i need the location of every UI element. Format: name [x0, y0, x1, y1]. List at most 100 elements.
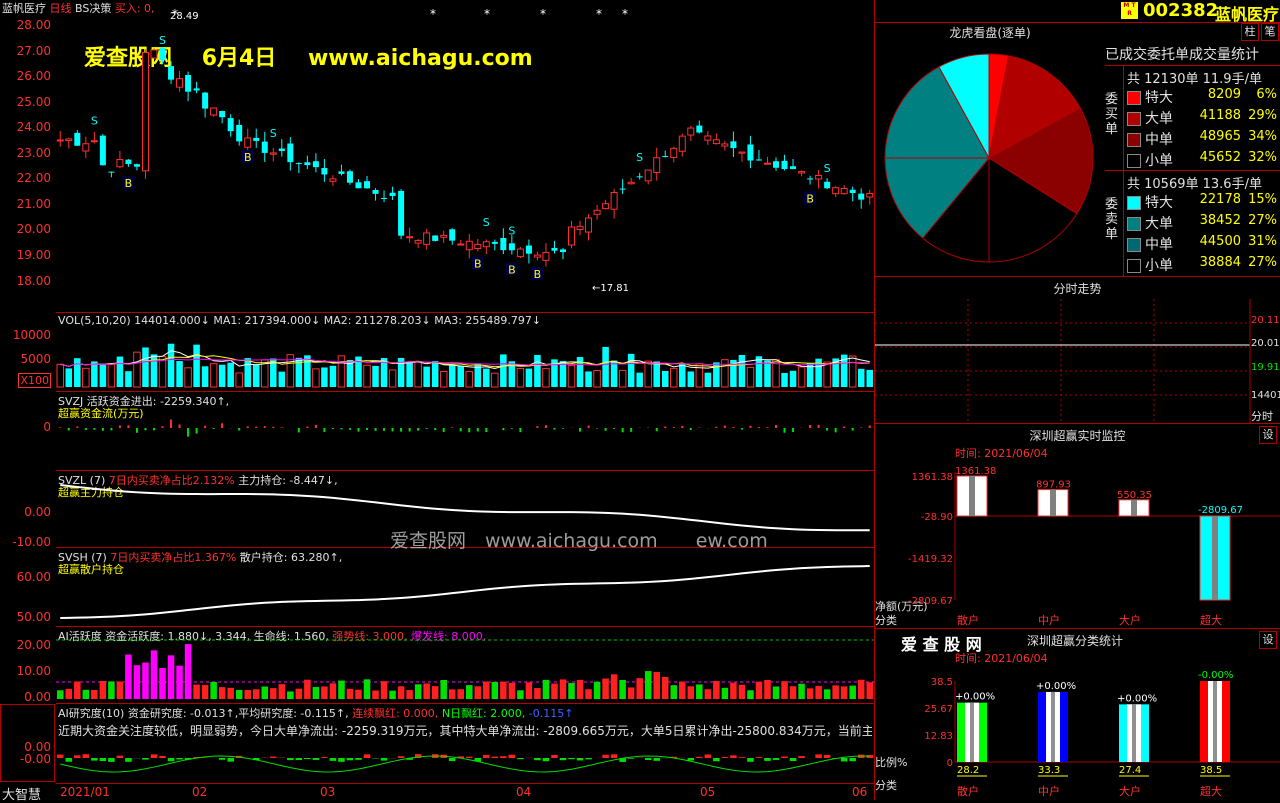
activity-bar	[645, 671, 652, 699]
flow-bar	[502, 428, 504, 430]
buy-signal: B	[534, 268, 542, 281]
mtr-badge[interactable]: M T R	[1121, 2, 1138, 19]
vol-bar	[432, 361, 439, 387]
candle-body	[142, 52, 148, 170]
activity-bar	[619, 680, 626, 699]
candle-body	[645, 170, 651, 181]
price-tick: 22.00	[17, 171, 51, 185]
vol-bar	[91, 361, 98, 387]
row-name: 中单	[1145, 234, 1173, 254]
research-bar	[74, 755, 81, 758]
activity-bar	[739, 685, 746, 699]
vol-bar	[662, 371, 669, 387]
activity-bar	[858, 680, 865, 699]
rt-bar-label: 897.93	[1036, 480, 1071, 491]
order-pie-chart	[883, 52, 1099, 268]
research-bar	[287, 758, 294, 760]
candle-body	[713, 140, 719, 144]
candlestick-chart[interactable]: SSSSSSSBBBBBB******	[56, 0, 874, 312]
activity-bar	[534, 688, 541, 699]
vol-bar	[108, 364, 115, 387]
flow-bar	[187, 428, 189, 437]
candle-body	[407, 237, 413, 238]
vol-bar	[653, 361, 660, 387]
row-pct: 6%	[1243, 87, 1277, 102]
candle-body	[534, 255, 540, 257]
vol-bar	[739, 355, 746, 387]
activity-bar	[210, 682, 217, 699]
flow-bar	[136, 428, 138, 433]
flow-bar	[315, 425, 317, 428]
research-bar	[849, 758, 856, 761]
candle-body	[603, 204, 609, 209]
research-bar	[142, 758, 149, 760]
flow-bar	[426, 428, 428, 429]
flow-bar	[110, 428, 112, 430]
candle-body	[253, 138, 259, 141]
flow-bar	[511, 428, 513, 429]
realtime-bar-chart: 1361.38-28.90-1419.32-2809.67净额(万元)分类136…	[875, 424, 1280, 628]
flow-bar	[869, 425, 871, 428]
research-chart	[56, 704, 874, 782]
flow-bar	[383, 428, 385, 431]
activity-bar	[722, 688, 729, 699]
candle-body	[577, 226, 583, 229]
flow-bar	[775, 425, 777, 428]
activity-bar	[185, 644, 192, 699]
sell-side-label: 委卖单	[1105, 197, 1121, 242]
vol-bar	[543, 369, 550, 387]
vol-bar	[764, 360, 771, 387]
vol-bar	[798, 367, 805, 387]
candle-body	[509, 243, 515, 250]
candle-body	[355, 182, 361, 188]
flow-bar	[613, 428, 615, 429]
activity-bar	[406, 690, 413, 699]
activity-bar	[662, 677, 669, 699]
candle-body	[373, 190, 379, 194]
candle-body	[543, 252, 549, 260]
candle-body	[245, 138, 251, 147]
candle-body	[500, 238, 506, 250]
activity-bar	[270, 688, 277, 699]
cl-category: 大户	[1119, 784, 1141, 798]
row-pct: 34%	[1243, 129, 1277, 144]
sell-signal: S	[159, 34, 166, 47]
research-bar	[449, 758, 456, 761]
candle-body	[287, 144, 293, 163]
order-row: 中单4450031%	[1127, 234, 1277, 254]
sell-signal: S	[483, 216, 490, 229]
research-bar	[509, 755, 516, 758]
price-tick: 27.00	[17, 44, 51, 58]
activity-bar	[764, 680, 771, 699]
intraday-panel[interactable]: 分时走势 20.11 20.01 19.91 14401 分时	[875, 277, 1280, 424]
sell-signal: S	[508, 224, 515, 237]
research-bar	[781, 756, 788, 758]
research-bar	[466, 757, 473, 758]
candle-body	[662, 156, 668, 157]
activity-bar	[159, 668, 166, 699]
candle-body	[458, 244, 464, 245]
flow-bar	[460, 428, 462, 431]
candle-body	[824, 182, 830, 188]
vol-unit-button[interactable]: X100	[18, 373, 51, 388]
intraday-tick: 14401	[1251, 390, 1280, 401]
row-vol: 22178	[1187, 192, 1241, 207]
flow-bar	[519, 428, 521, 432]
activity-bar	[321, 686, 328, 699]
activity-bar	[756, 682, 763, 699]
candle-body	[807, 178, 813, 179]
vol-bar	[849, 356, 856, 387]
research-bar	[713, 758, 720, 761]
candle-body	[773, 161, 779, 168]
candle-body	[816, 175, 822, 178]
flow-bar	[588, 426, 590, 428]
cl-bar-change: +0.00%	[1036, 681, 1076, 692]
row-vol: 38452	[1187, 213, 1241, 228]
candle-body	[125, 160, 131, 164]
activity-bar	[330, 683, 337, 699]
order-row: 小单3888427%	[1127, 255, 1277, 275]
vol-bar	[628, 354, 635, 387]
date-tick: 05	[700, 785, 715, 799]
candle-body	[799, 172, 805, 173]
candle-body	[620, 189, 626, 190]
